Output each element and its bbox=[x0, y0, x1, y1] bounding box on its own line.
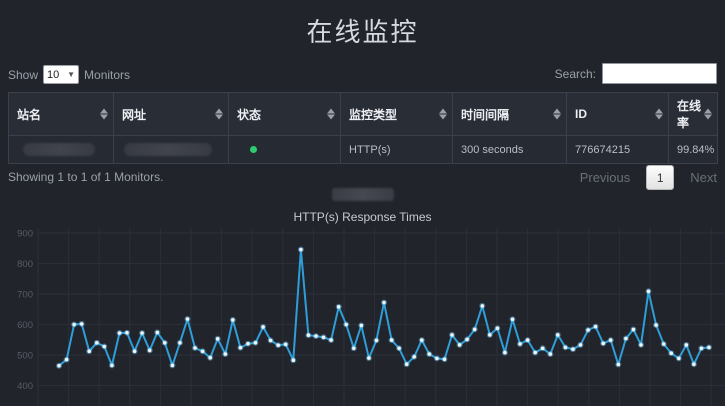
cell-url bbox=[114, 136, 229, 164]
column-header-label: 时间间隔 bbox=[461, 108, 509, 122]
chart-canvas[interactable]: 400 500 600 700 800 900 bbox=[0, 228, 725, 406]
sort-icon bbox=[100, 109, 108, 120]
sort-icon bbox=[327, 109, 335, 120]
column-header-url[interactable]: 网址 bbox=[114, 93, 229, 136]
pagination: Previous 1 Next bbox=[580, 164, 717, 191]
column-header-label: 监控类型 bbox=[349, 108, 397, 122]
show-label: Show bbox=[8, 68, 38, 82]
search-input[interactable] bbox=[602, 63, 717, 84]
column-header-site-name[interactable]: 站名 bbox=[9, 93, 114, 136]
search-label: Search: bbox=[555, 67, 596, 81]
cell-status bbox=[229, 136, 341, 164]
column-header-label: ID bbox=[575, 107, 587, 121]
page-1-button[interactable]: 1 bbox=[646, 165, 674, 190]
redacted-url bbox=[124, 143, 212, 156]
sort-icon bbox=[655, 109, 663, 120]
status-up-icon bbox=[250, 146, 257, 153]
svg-text:900: 900 bbox=[17, 229, 33, 240]
column-header-label: 网址 bbox=[122, 108, 146, 122]
table-header-row: 站名 网址 状态 监控类型 时间间隔 ID 在线率 bbox=[9, 93, 718, 136]
column-header-status[interactable]: 状态 bbox=[229, 93, 341, 136]
showing-info: Showing 1 to 1 of 1 Monitors. bbox=[8, 170, 163, 184]
search-control: Search: bbox=[555, 63, 717, 84]
monitors-table: 站名 网址 状态 监控类型 时间间隔 ID 在线率 HTTP(s) 300 se… bbox=[8, 92, 718, 164]
next-button[interactable]: Next bbox=[690, 170, 717, 185]
column-header-monitor-type[interactable]: 监控类型 bbox=[341, 93, 453, 136]
cell-interval: 300 seconds bbox=[453, 136, 567, 164]
column-header-label: 状态 bbox=[237, 108, 261, 122]
sort-icon bbox=[553, 109, 561, 120]
sort-icon bbox=[215, 109, 223, 120]
cell-id: 776674215 bbox=[567, 136, 669, 164]
svg-text:600: 600 bbox=[17, 320, 33, 331]
column-header-label: 站名 bbox=[17, 108, 41, 122]
show-entries-value: 10 bbox=[47, 69, 59, 81]
show-entries-control: Show 10 ▼ Monitors bbox=[8, 65, 130, 84]
show-entries-select[interactable]: 10 ▼ bbox=[43, 65, 79, 84]
cell-site-name bbox=[9, 136, 114, 164]
redacted-chart-site-name bbox=[332, 188, 394, 201]
monitors-label: Monitors bbox=[84, 68, 130, 82]
sort-icon bbox=[704, 109, 712, 120]
response-time-chart[interactable]: 400 500 600 700 800 900 bbox=[0, 228, 725, 406]
column-header-uptime[interactable]: 在线率 bbox=[669, 93, 718, 136]
chart-title: HTTP(s) Response Times bbox=[0, 210, 725, 224]
previous-button[interactable]: Previous bbox=[580, 170, 631, 185]
svg-text:500: 500 bbox=[17, 351, 33, 362]
chart-header: HTTP(s) Response Times bbox=[0, 188, 725, 224]
svg-text:400: 400 bbox=[17, 381, 33, 392]
column-header-interval[interactable]: 时间间隔 bbox=[453, 93, 567, 136]
column-header-id[interactable]: ID bbox=[567, 93, 669, 136]
cell-monitor-type: HTTP(s) bbox=[341, 136, 453, 164]
svg-text:800: 800 bbox=[17, 259, 33, 270]
column-header-label: 在线率 bbox=[677, 99, 701, 130]
table-controls: Show 10 ▼ Monitors Search: bbox=[8, 63, 717, 87]
sort-icon bbox=[439, 109, 447, 120]
redacted-site-name bbox=[23, 143, 95, 156]
cell-uptime: 99.84% bbox=[669, 136, 718, 164]
svg-text:700: 700 bbox=[17, 290, 33, 301]
page-title: 在线监控 bbox=[0, 12, 725, 49]
chevron-down-icon: ▼ bbox=[67, 70, 75, 79]
table-row: HTTP(s) 300 seconds 776674215 99.84% bbox=[9, 136, 718, 164]
